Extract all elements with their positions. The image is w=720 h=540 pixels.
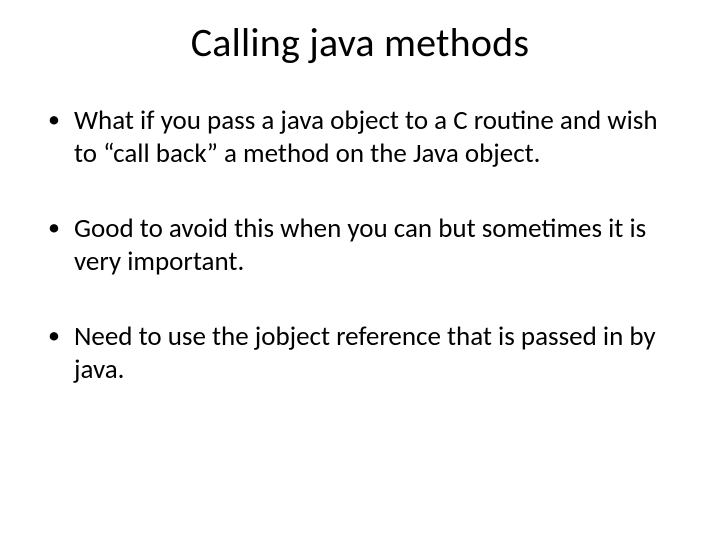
slide-title: Calling java methods: [40, 18, 680, 67]
bullet-list: What if you pass a java object to a C ro…: [40, 105, 680, 387]
list-item: What if you pass a java object to a C ro…: [40, 105, 670, 171]
slide: Calling java methods What if you pass a …: [0, 0, 720, 540]
list-item: Good to avoid this when you can but some…: [40, 213, 670, 279]
list-item: Need to use the jobject reference that i…: [40, 321, 670, 387]
